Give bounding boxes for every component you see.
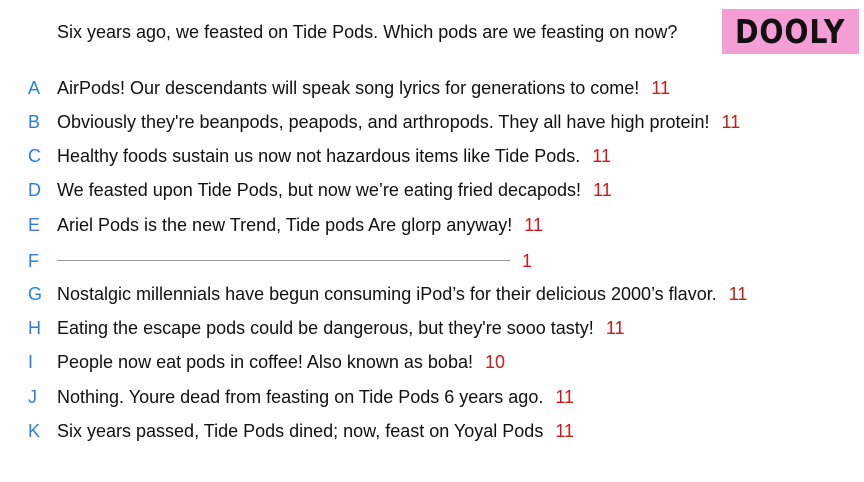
- answer-letter: B: [28, 111, 41, 132]
- answer-score: 11: [592, 145, 611, 166]
- blank-answer-line: [57, 260, 510, 261]
- answer-letter: K: [28, 420, 41, 441]
- answer-text: Six years passed, Tide Pods dined; now, …: [57, 420, 575, 441]
- answer-text: Eating the escape pods could be dangerou…: [57, 317, 625, 338]
- answer-letter: H: [28, 317, 41, 338]
- answer-score: 11: [555, 420, 575, 441]
- answer-text: Obviously they're beanpods, peapods, and…: [57, 111, 741, 132]
- answer-score: 11: [728, 283, 748, 304]
- question-prompt: Six years ago, we feasted on Tide Pods. …: [57, 22, 678, 42]
- answer-score: 10: [484, 351, 505, 372]
- answer-text: AirPods! Our descendants will speak song…: [57, 77, 670, 98]
- answer-letter: E: [28, 214, 41, 235]
- answer-letter: C: [28, 145, 41, 166]
- answer-letter: I: [28, 351, 34, 372]
- answer-score: 1: [522, 250, 533, 271]
- answer-text: People now eat pods in coffee! Also know…: [57, 351, 505, 372]
- answer-letter: A: [28, 77, 41, 98]
- answer-text: Ariel Pods is the new Trend, Tide pods A…: [57, 214, 543, 235]
- answer-letter: D: [28, 179, 41, 200]
- answer-letter: G: [28, 283, 43, 304]
- answer-score: 11: [651, 77, 670, 98]
- answer-row-blank[interactable]: F 1: [0, 249, 864, 273]
- answer-score: 11: [605, 317, 625, 338]
- answer-score: 11: [524, 214, 543, 235]
- answer-score: 11: [721, 111, 741, 132]
- answer-letter: F: [28, 250, 39, 271]
- answer-text: Nothing. Youre dead from feasting on Tid…: [57, 386, 575, 407]
- answer-text: Healthy foods sustain us now not hazardo…: [57, 145, 611, 166]
- player-name: DOOLY: [735, 12, 846, 51]
- answer-score: 11: [593, 179, 612, 200]
- answer-score: 11: [555, 386, 575, 407]
- answer-letter: J: [28, 386, 37, 407]
- answer-text: We feasted upon Tide Pods, but now we’re…: [57, 179, 612, 200]
- player-name-badge: DOOLY: [722, 9, 859, 54]
- answer-text: Nostalgic millennials have begun consumi…: [57, 283, 748, 304]
